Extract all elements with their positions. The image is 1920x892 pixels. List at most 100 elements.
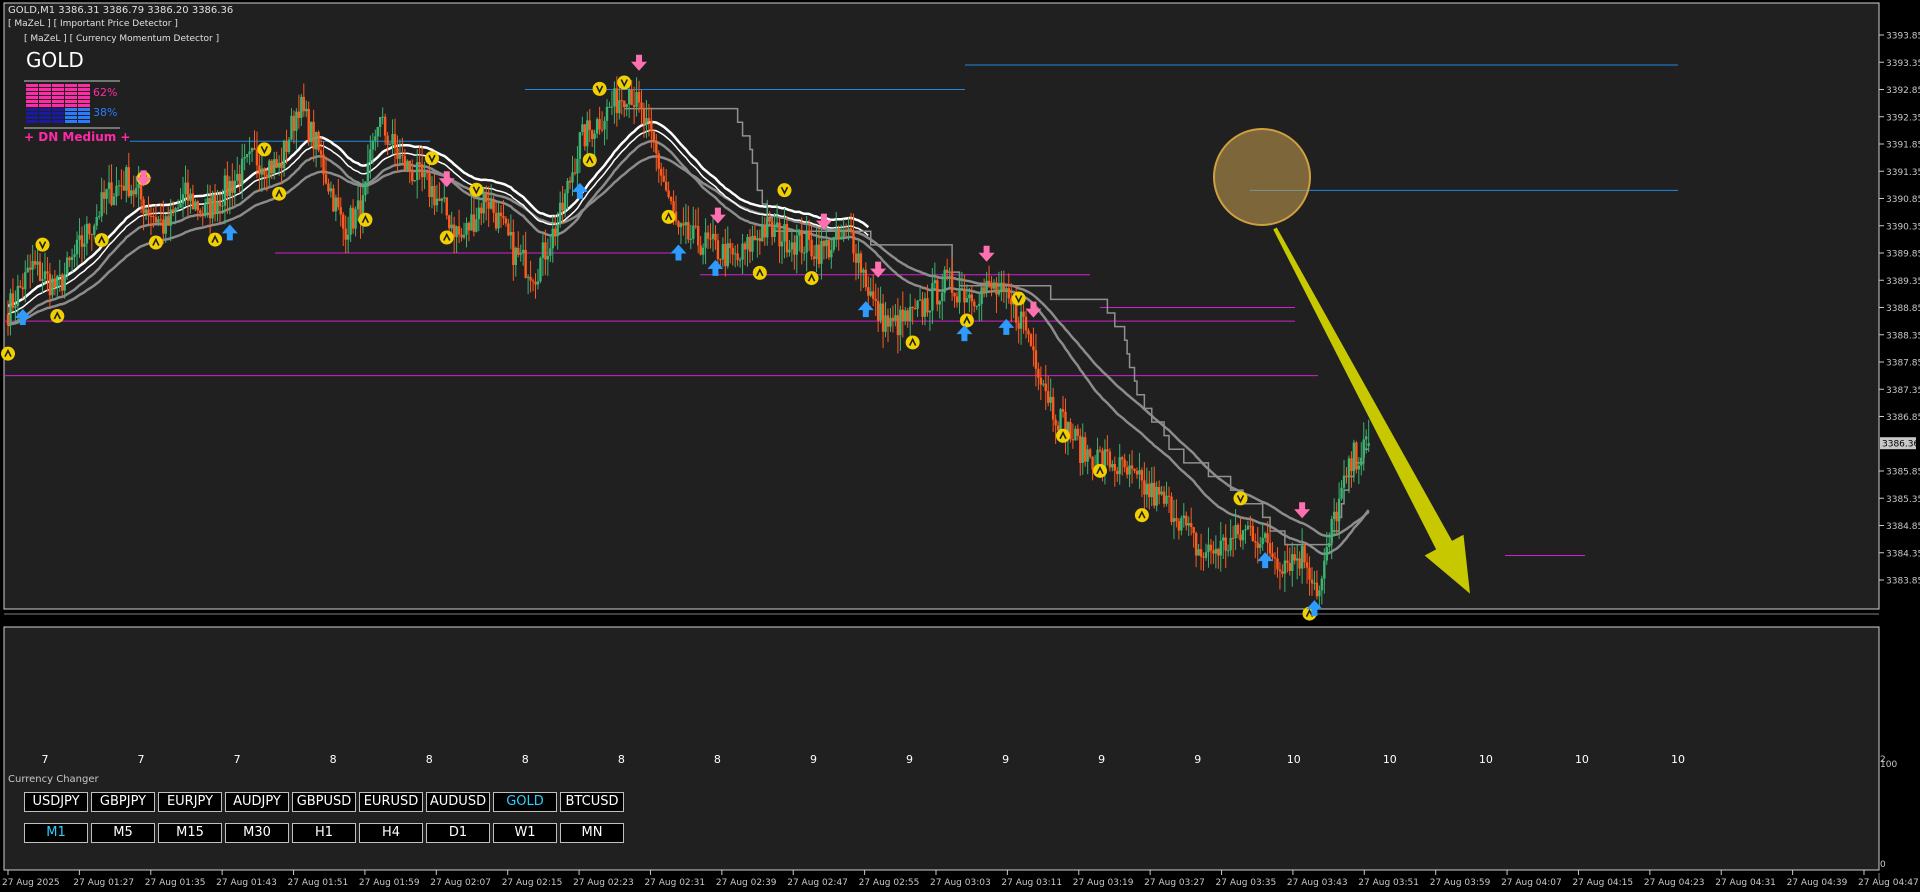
candle-bull [1320,578,1324,591]
candle-bull [931,283,934,311]
candle-bear [307,108,310,143]
candle-bull [835,228,838,238]
candle-bull [314,131,318,150]
candle-bear [1039,377,1043,385]
momentum-bar-cell [39,108,51,111]
candle-bear [48,273,52,296]
candle-bull [978,303,981,306]
timeframe-button-m1[interactable]: M1 [24,823,88,843]
timeframe-button-m5[interactable]: M5 [91,823,155,843]
candle-bull [551,228,554,249]
candle-bear [529,276,532,281]
symbol-button-eurjpy[interactable]: EURJPY [158,792,222,812]
candle-bull [24,272,27,290]
candle-bull [1367,443,1370,446]
coin-body [1233,491,1248,506]
candle-bull [184,182,187,195]
subwindow-axis-label: 9 [906,753,913,766]
candle-bull [541,242,545,259]
candle-bull [1197,549,1200,556]
candle-bull [862,269,865,273]
trading-chart: 3393.85 3393.35 3392.85 3392.35 3391.85 3391.… [0,0,1920,892]
timeframe-button-m15[interactable]: M15 [158,823,222,843]
signal-coin-icon [439,230,454,245]
candle-bear [970,294,974,302]
candle-bull [1086,449,1089,462]
subwindow-axis-label: 10 [1479,753,1493,766]
candle-bear [208,198,212,219]
candle-bull [610,106,614,108]
candle-bull [509,231,513,236]
timeframe-button-w1[interactable]: W1 [493,823,557,843]
symbol-button-eurusd[interactable]: EURUSD [359,792,423,812]
timeframe-button-h4[interactable]: H4 [359,823,423,843]
momentum-bar-cell [65,92,77,95]
candle-bull [406,160,409,171]
candle-bear [1266,533,1269,543]
subwindow-axis-label: 9 [810,753,817,766]
momentum-bar-cell [78,96,90,99]
subwindow-axis-label: 10 [1383,753,1397,766]
candle-bear [844,229,848,231]
symbol-button-gold[interactable]: GOLD [493,792,557,812]
candle-bear [1251,526,1255,542]
symbol-button-gbpjpy[interactable]: GBPJPY [91,792,155,812]
y-tick-label: 3392.35 [1886,113,1920,123]
signal-coin-icon [959,313,974,328]
candle-bull [1204,552,1208,558]
candle-bull [1111,464,1114,468]
timeframe-button-mn[interactable]: MN [560,823,624,843]
candle-bear [1286,560,1289,564]
candle-bull [704,232,707,248]
symbol-button-usdjpy[interactable]: USDJPY [24,792,88,812]
candle-bull [549,248,552,256]
candle-bear [913,308,917,310]
candle-bear [876,300,880,321]
candle-bull [497,212,500,229]
coin-body [257,142,272,157]
candle-bull [899,309,902,336]
candle-bull [879,303,882,321]
candle-bull [455,226,458,238]
y-tick-label: 3392.85 [1886,86,1920,96]
candle-bull [112,196,116,205]
candle-bear [433,185,436,206]
symbol-button-gbpusd[interactable]: GBPUSD [292,792,356,812]
y-tick-label: 3393.35 [1886,59,1920,69]
candle-bull [277,162,281,168]
momentum-bar-cell [65,116,77,119]
candle-bull [489,200,493,209]
candle-bear [990,282,993,289]
candle-bear [1047,391,1050,403]
candle-bear [1002,282,1006,292]
candle-bull [1313,582,1316,584]
candle-bull [221,205,224,207]
candle-bull [1352,442,1356,472]
symbol-button-audusd[interactable]: AUDUSD [426,792,490,812]
signal-coin-icon [469,182,484,197]
candle-bear [591,130,594,139]
candle-bull [223,175,227,206]
candle-bear [817,244,821,264]
symbol-button-audjpy[interactable]: AUDJPY [225,792,289,812]
x-tick-label: 27 Aug 02:07 [430,878,491,888]
candle-bull [354,209,357,229]
symbol-button-btcusd[interactable]: BTCUSD [560,792,624,812]
coin-body [592,81,607,96]
candle-bear [810,239,813,257]
candle-bear [963,288,966,303]
signal-coin-icon [148,235,163,250]
timeframe-button-m30[interactable]: M30 [225,823,289,843]
candle-bear [1027,330,1030,335]
candle-bear [896,315,900,336]
timeframe-button-d1[interactable]: D1 [426,823,490,843]
candle-bear [386,135,389,145]
candle-bull [741,243,744,260]
candle-bull [679,223,683,228]
candle-bull [958,290,961,303]
candle-bear [517,247,520,255]
candle-bear [906,310,909,322]
timeframe-button-h1[interactable]: H1 [292,823,356,843]
candle-bear [297,111,301,119]
candle-bull [189,193,192,201]
